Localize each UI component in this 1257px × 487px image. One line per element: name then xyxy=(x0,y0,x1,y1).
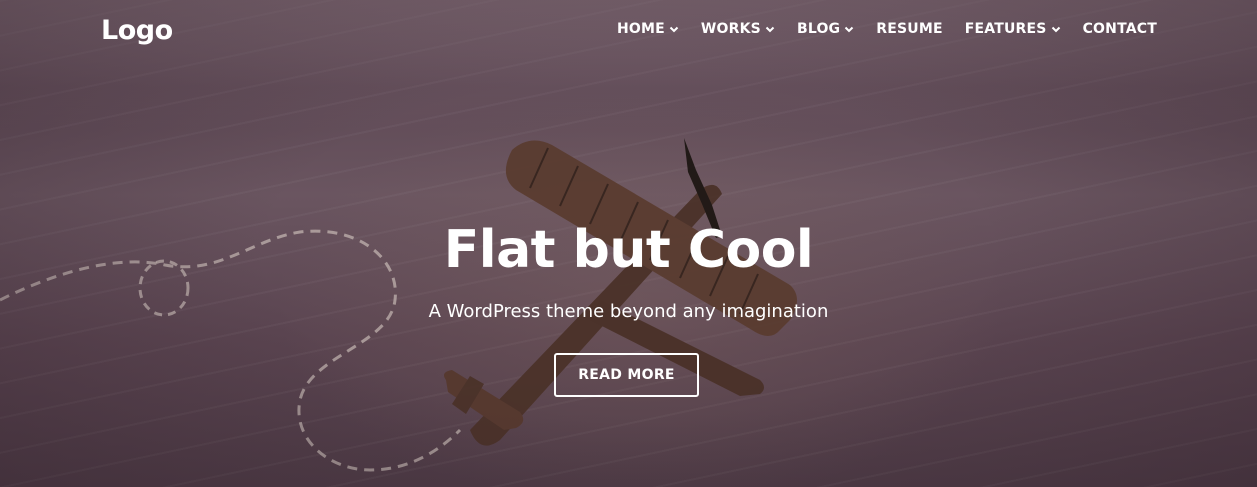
nav-item-label: BLOG xyxy=(796,21,841,37)
nav-item-label: HOME xyxy=(616,21,665,37)
nav-item-blog[interactable]: BLOG xyxy=(797,21,854,37)
hero-title: Flat but Cool xyxy=(443,220,814,280)
nav-item-contact[interactable]: CONTACT xyxy=(1083,21,1157,37)
nav-item-resume[interactable]: RESUME xyxy=(876,21,943,37)
nav-item-label: WORKS xyxy=(700,21,761,37)
chevron-down-icon xyxy=(765,26,775,33)
chevron-down-icon xyxy=(845,26,854,33)
nav-item-label: CONTACT xyxy=(1082,21,1157,37)
hero-section: Logo HOME WORKS BLOG RESUME FEATURES CON… xyxy=(0,0,1257,487)
nav-item-home[interactable]: HOME xyxy=(617,21,679,37)
chevron-down-icon xyxy=(1051,26,1060,33)
nav-item-label: FEATURES xyxy=(964,21,1047,37)
site-logo[interactable]: Logo xyxy=(101,15,173,46)
chevron-down-icon xyxy=(669,26,679,33)
main-navigation: HOME WORKS BLOG RESUME FEATURES CONTACT xyxy=(595,21,1157,37)
nav-item-label: RESUME xyxy=(876,21,943,37)
nav-item-features[interactable]: FEATURES xyxy=(965,21,1061,37)
nav-item-works[interactable]: WORKS xyxy=(701,21,775,37)
hero-subtitle: A WordPress theme beyond any imagination xyxy=(428,301,829,322)
read-more-button[interactable]: READ MORE xyxy=(554,353,699,397)
